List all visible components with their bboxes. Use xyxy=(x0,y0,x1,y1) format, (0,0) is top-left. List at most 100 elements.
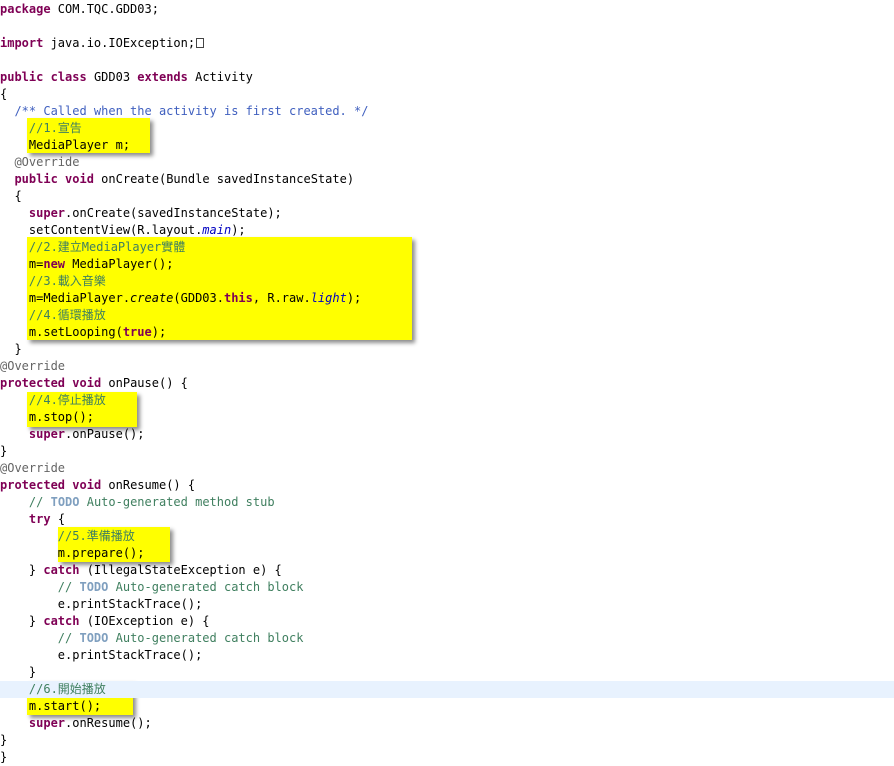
code-line[interactable]: protected void onPause() { xyxy=(0,375,894,392)
code-line[interactable]: protected void onResume() { xyxy=(0,477,894,494)
code-line[interactable]: //4.停止播放 xyxy=(0,392,894,409)
code-line[interactable]: } catch (IllegalStateException e) { xyxy=(0,562,894,579)
code-line[interactable]: m.start(); xyxy=(0,698,894,715)
code-token: m= xyxy=(0,257,44,271)
code-line[interactable]: } xyxy=(0,749,894,766)
code-line[interactable]: m.prepare(); xyxy=(0,545,894,562)
code-editor[interactable]: package COM.TQC.GDD03; import java.io.IOE… xyxy=(0,0,894,764)
code-token: { xyxy=(0,87,8,101)
code-line[interactable] xyxy=(0,18,894,35)
code-line[interactable]: package COM.TQC.GDD03; xyxy=(0,1,894,18)
code-line[interactable]: public class GDD03 extends Activity xyxy=(0,69,894,86)
code-line[interactable]: /** Called when the activity is first cr… xyxy=(0,103,894,120)
code-token: //1.宣告 xyxy=(28,121,82,135)
code-token: } xyxy=(0,563,44,577)
code-token: m.setLooping( xyxy=(0,325,123,339)
code-token: import xyxy=(0,36,44,50)
code-token: //3.載入音樂 xyxy=(28,274,106,288)
code-token: package xyxy=(0,2,51,16)
code-token: super xyxy=(28,206,66,220)
code-line[interactable]: { xyxy=(0,86,894,103)
code-line[interactable]: // TODO Auto-generated catch block xyxy=(0,579,894,596)
code-token: (GDD03. xyxy=(173,291,224,305)
code-line[interactable]: super.onPause(); xyxy=(0,426,894,443)
code-line[interactable]: //4.循環播放 xyxy=(0,307,894,324)
code-token: } xyxy=(0,614,44,628)
code-token: .onResume(); xyxy=(65,716,152,730)
code-line[interactable]: MediaPlayer m; xyxy=(0,137,894,154)
code-line[interactable]: super.onResume(); xyxy=(0,715,894,732)
fold-icon[interactable] xyxy=(196,38,205,48)
code-token: TODO xyxy=(50,495,80,509)
code-line[interactable]: m=MediaPlayer.create(GDD03.this, R.raw.l… xyxy=(0,290,894,307)
code-token: TODO xyxy=(79,631,109,645)
code-token: //4.循環播放 xyxy=(28,308,106,322)
code-line[interactable]: // TODO Auto-generated method stub xyxy=(0,494,894,511)
code-line[interactable]: { xyxy=(0,188,894,205)
code-line[interactable]: public void onCreate(Bundle savedInstanc… xyxy=(0,171,894,188)
code-token: m=MediaPlayer. xyxy=(0,291,131,305)
code-token: onCreate(Bundle savedInstanceState) xyxy=(93,172,355,186)
code-line[interactable]: } xyxy=(0,443,894,460)
code-token: void xyxy=(72,376,102,390)
code-line[interactable]: //1.宣告 xyxy=(0,120,894,137)
code-line[interactable]: //2.建立MediaPlayer實體 xyxy=(0,239,894,256)
code-line[interactable]: setContentView(R.layout.main); xyxy=(0,222,894,239)
code-line[interactable]: m.stop(); xyxy=(0,409,894,426)
code-token: MediaPlayer m; xyxy=(0,138,131,152)
code-token: // xyxy=(57,631,80,645)
code-token: .onPause(); xyxy=(65,427,145,441)
code-token: extends xyxy=(137,70,188,84)
code-line[interactable] xyxy=(0,52,894,69)
code-token: catch xyxy=(43,614,80,628)
code-line[interactable]: m=new MediaPlayer(); xyxy=(0,256,894,273)
code-token: Auto-generated catch block xyxy=(108,580,304,594)
code-line[interactable]: // TODO Auto-generated catch block xyxy=(0,630,894,647)
code-token: protected xyxy=(0,376,66,390)
code-line[interactable]: @Override xyxy=(0,154,894,171)
code-line[interactable]: m.setLooping(true); xyxy=(0,324,894,341)
code-token: @Override xyxy=(14,155,80,169)
code-token: super xyxy=(28,427,66,441)
code-token: //2.建立MediaPlayer實體 xyxy=(28,240,186,254)
code-line[interactable]: e.printStackTrace(); xyxy=(0,647,894,664)
code-line[interactable]: try { xyxy=(0,511,894,528)
code-line[interactable]: //5.準備播放 xyxy=(0,528,894,545)
code-token: try xyxy=(28,512,51,526)
code-token: java.io.IOException; xyxy=(43,36,196,50)
code-token: (IllegalStateException e) { xyxy=(79,563,282,577)
code-line[interactable]: } xyxy=(0,341,894,358)
code-line[interactable]: } xyxy=(0,732,894,749)
code-token: , R.raw. xyxy=(252,291,311,305)
code-token: } xyxy=(0,733,8,747)
code-token: true xyxy=(122,325,152,339)
code-token: { xyxy=(0,189,22,203)
code-line[interactable]: super.onCreate(savedInstanceState); xyxy=(0,205,894,222)
code-line[interactable]: @Override xyxy=(0,358,894,375)
code-token: //6.開始播放 xyxy=(28,682,106,696)
code-line[interactable]: @Override xyxy=(0,460,894,477)
code-line[interactable]: //3.載入音樂 xyxy=(0,273,894,290)
code-line[interactable]: e.printStackTrace(); xyxy=(0,596,894,613)
code-token: Auto-generated catch block xyxy=(108,631,304,645)
code-line[interactable]: //6.開始播放 xyxy=(0,681,894,698)
code-token: ); xyxy=(231,223,246,237)
code-token: GDD03 xyxy=(86,70,138,84)
code-token: void xyxy=(65,172,94,186)
code-line[interactable]: import java.io.IOException; xyxy=(0,35,894,52)
code-token: void xyxy=(72,478,102,492)
code-token: m.start(); xyxy=(0,699,102,713)
code-token: TODO xyxy=(79,580,109,594)
code-line[interactable]: } xyxy=(0,664,894,681)
code-line[interactable]: } catch (IOException e) { xyxy=(0,613,894,630)
